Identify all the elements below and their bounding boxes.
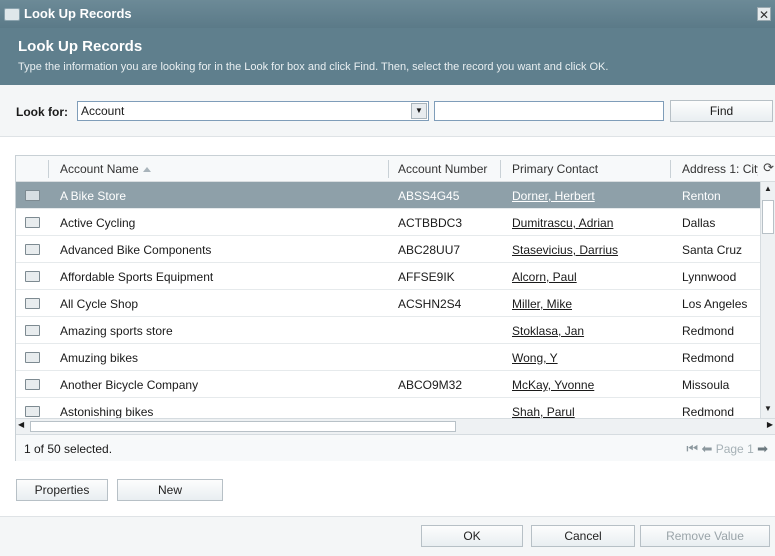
- record-icon: [25, 271, 40, 282]
- dialog-header: Look Up Records Type the information you…: [0, 28, 775, 85]
- account-name-cell: Affordable Sports Equipment: [60, 270, 214, 284]
- account-number-cell: ABSS4G45: [398, 189, 460, 203]
- primary-contact-link[interactable]: Dorner, Herbert: [512, 189, 595, 203]
- close-icon[interactable]: ✕: [757, 7, 771, 22]
- table-row[interactable]: Affordable Sports Equipment AFFSE9IK Alc…: [16, 263, 760, 290]
- table-row[interactable]: Advanced Bike Components ABC28UU7 Stasev…: [16, 236, 760, 263]
- ok-button[interactable]: OK: [421, 525, 523, 547]
- first-page-icon[interactable]: ⏮: [686, 441, 698, 456]
- account-name-cell: Another Bicycle Company: [60, 378, 199, 392]
- cancel-button[interactable]: Cancel: [531, 525, 635, 547]
- scroll-right-icon[interactable]: ▶: [767, 420, 773, 429]
- column-primary-contact[interactable]: Primary Contact: [512, 162, 598, 176]
- search-input[interactable]: [434, 101, 664, 121]
- city-cell: Lynnwood: [682, 270, 737, 284]
- account-name-cell: All Cycle Shop: [60, 297, 139, 311]
- record-icon: [25, 406, 40, 417]
- primary-contact-link[interactable]: Miller, Mike: [512, 297, 572, 311]
- window-title: Look Up Records: [24, 6, 132, 21]
- column-separator: [48, 160, 49, 178]
- account-number-cell: ACTBBDC3: [398, 216, 463, 230]
- entity-select-value: Account: [81, 104, 125, 118]
- refresh-icon[interactable]: ⟳: [763, 160, 774, 176]
- scroll-down-icon[interactable]: ▼: [762, 404, 774, 416]
- pager: ⏮ ⬅ Page 1 ➡: [686, 441, 768, 457]
- primary-contact-link[interactable]: McKay, Yvonne: [512, 378, 594, 392]
- city-cell: Redmond: [682, 351, 735, 365]
- selection-count: 1 of 50 selected.: [24, 442, 113, 456]
- account-name-cell: A Bike Store: [60, 189, 127, 203]
- grid-header: Account Name Account Number Primary Cont…: [16, 156, 775, 182]
- sort-asc-icon: [142, 167, 151, 173]
- dialog-footer: OK Cancel Remove Value: [0, 516, 775, 556]
- primary-contact-link[interactable]: Shah, Parul: [512, 405, 575, 418]
- grid-status-bar: 1 of 50 selected. ⏮ ⬅ Page 1 ➡: [16, 434, 775, 461]
- column-account-name[interactable]: Account Name: [60, 162, 151, 176]
- title-bar: Look Up Records ✕: [0, 0, 775, 28]
- account-number-cell: ACSHN2S4: [398, 297, 462, 311]
- vertical-scrollbar[interactable]: ▲ ▼: [760, 182, 775, 418]
- scroll-up-icon[interactable]: ▲: [762, 184, 774, 196]
- account-name-cell: Astonishing bikes: [60, 405, 154, 418]
- entity-select[interactable]: Account ▼: [77, 101, 429, 121]
- record-icon: [25, 325, 40, 336]
- dialog-description: Type the information you are looking for…: [18, 61, 609, 73]
- account-name-cell: Advanced Bike Components: [60, 243, 212, 257]
- primary-contact-link[interactable]: Stasevicius, Darrius: [512, 243, 618, 257]
- table-row[interactable]: Active Cycling ACTBBDC3 Dumitrascu, Adri…: [16, 209, 760, 236]
- city-cell: Redmond: [682, 324, 735, 338]
- table-row[interactable]: All Cycle Shop ACSHN2S4 Miller, Mike Los…: [16, 290, 760, 317]
- next-page-icon[interactable]: ➡: [757, 441, 768, 456]
- horizontal-scrollbar[interactable]: ◀ ▶: [16, 418, 775, 434]
- table-row[interactable]: Astonishing bikes Shah, Parul Redmond: [16, 398, 760, 418]
- account-name-cell: Amuzing bikes: [60, 351, 139, 365]
- properties-button[interactable]: Properties: [16, 479, 108, 501]
- account-name-cell: Amazing sports store: [60, 324, 173, 338]
- record-icon: [25, 298, 40, 309]
- grid-rows: A Bike Store ABSS4G45 Dorner, Herbert Re…: [16, 182, 760, 418]
- lookup-bar: Look for: Account ▼ Find: [0, 85, 775, 137]
- account-name-cell: Active Cycling: [60, 216, 136, 230]
- column-separator: [500, 160, 501, 178]
- scroll-thumb[interactable]: [762, 200, 774, 234]
- new-button[interactable]: New: [117, 479, 223, 501]
- account-number-cell: ABCO9M32: [398, 378, 463, 392]
- column-separator: [388, 160, 389, 178]
- chevron-down-icon[interactable]: ▼: [411, 103, 427, 119]
- account-number-cell: ABC28UU7: [398, 243, 461, 257]
- column-separator: [670, 160, 671, 178]
- city-cell: Redmond: [682, 405, 735, 418]
- primary-contact-link[interactable]: Alcorn, Paul: [512, 270, 577, 284]
- record-icon: [25, 190, 40, 201]
- table-row[interactable]: Another Bicycle Company ABCO9M32 McKay, …: [16, 371, 760, 398]
- scroll-left-icon[interactable]: ◀: [18, 420, 24, 429]
- account-number-cell: AFFSE9IK: [398, 270, 455, 284]
- previous-page-icon[interactable]: ⬅: [701, 441, 712, 456]
- city-cell: Dallas: [682, 216, 716, 230]
- city-cell: Missoula: [682, 378, 730, 392]
- primary-contact-link[interactable]: Stoklasa, Jan: [512, 324, 584, 338]
- city-cell: Renton: [682, 189, 721, 203]
- page-label: Page 1: [715, 442, 754, 456]
- record-icon: [25, 217, 40, 228]
- record-icon: [25, 244, 40, 255]
- primary-contact-link[interactable]: Dumitrascu, Adrian: [512, 216, 613, 230]
- look-for-label: Look for:: [16, 105, 68, 119]
- column-city[interactable]: Address 1: City: [682, 162, 758, 176]
- city-cell: Santa Cruz: [682, 243, 743, 257]
- record-icon: [25, 379, 40, 390]
- record-icon: [25, 352, 40, 363]
- column-account-number[interactable]: Account Number: [398, 162, 487, 176]
- primary-contact-link[interactable]: Wong, Y: [512, 351, 558, 365]
- table-row[interactable]: Amazing sports store Stoklasa, Jan Redmo…: [16, 317, 760, 344]
- find-button[interactable]: Find: [670, 100, 773, 122]
- city-cell: Los Angeles: [682, 297, 748, 311]
- remove-value-button: Remove Value: [640, 525, 770, 547]
- window-icon: [4, 8, 20, 21]
- dialog-title: Look Up Records: [18, 38, 143, 55]
- table-row[interactable]: Amuzing bikes Wong, Y Redmond: [16, 344, 760, 371]
- scroll-thumb[interactable]: [30, 421, 456, 432]
- records-grid: Account Name Account Number Primary Cont…: [15, 155, 775, 461]
- table-row[interactable]: A Bike Store ABSS4G45 Dorner, Herbert Re…: [16, 182, 760, 209]
